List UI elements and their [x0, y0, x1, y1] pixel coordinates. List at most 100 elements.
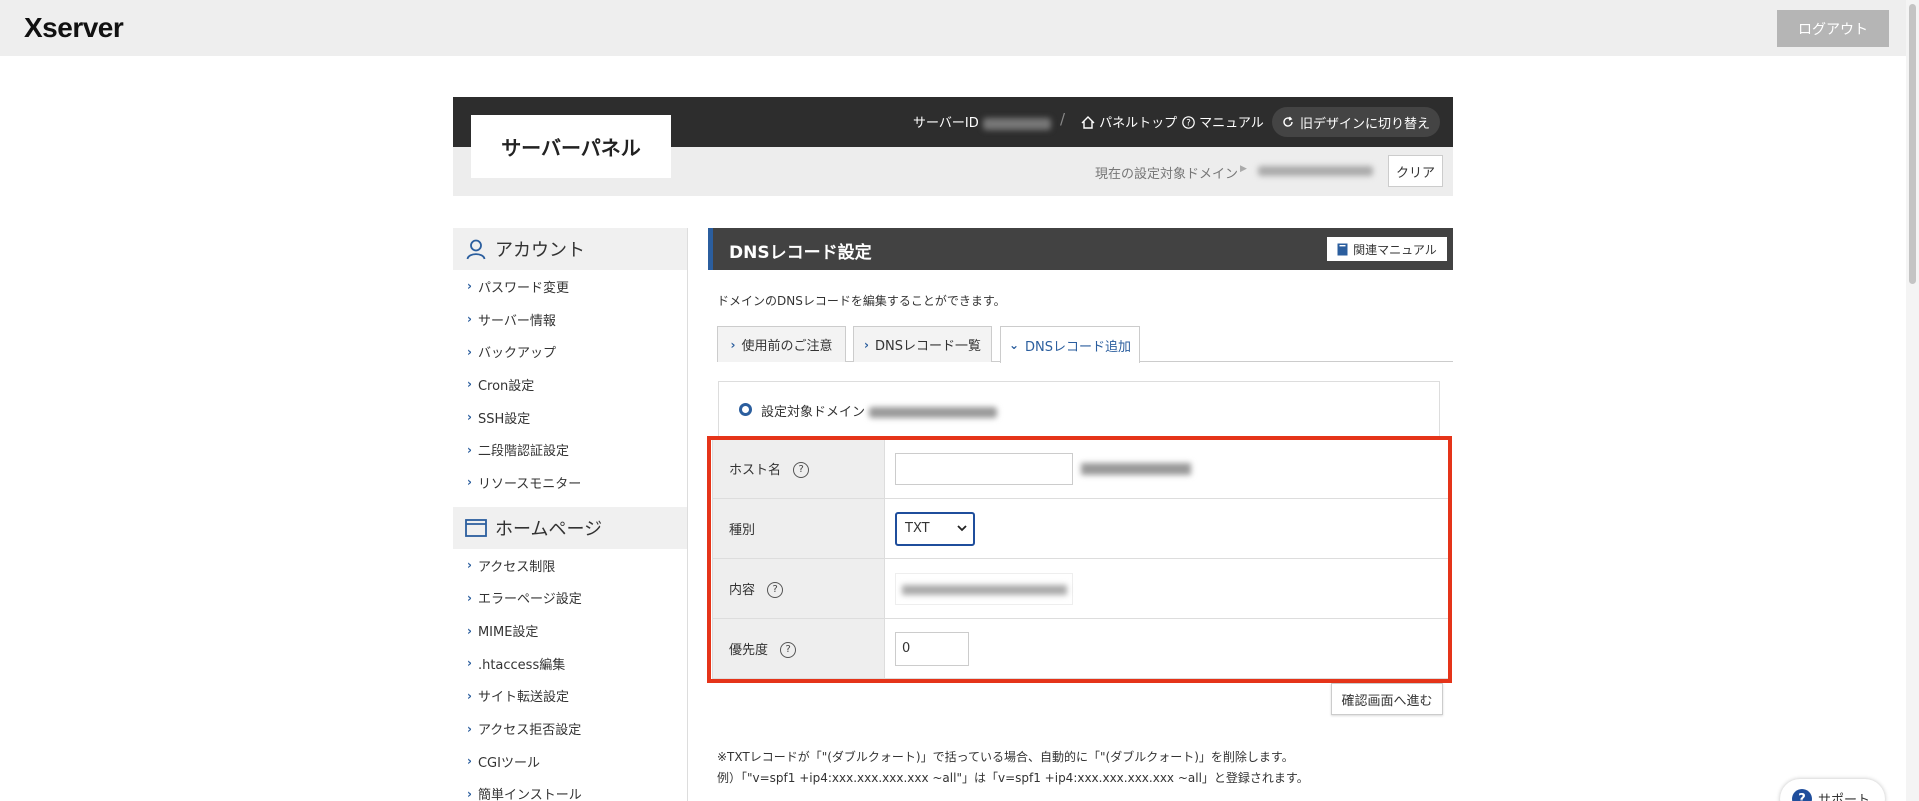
sidebar-item-ssh[interactable]: › SSH設定	[453, 401, 687, 434]
panel-title[interactable]: サーバーパネル	[471, 115, 671, 178]
sidebar-item-label: 二段階認証設定	[477, 444, 569, 460]
tab-precautions[interactable]: › 使用前のご注意	[717, 326, 846, 362]
radio-selected-icon	[739, 403, 752, 416]
form-row-content: 内容 ?	[712, 558, 1449, 619]
sidebar-item-password[interactable]: › パスワード変更	[453, 270, 687, 303]
sidebar-item-label: CGIツール	[477, 755, 540, 771]
tab-dns-record-add[interactable]: ⌄ DNSレコード追加	[1000, 326, 1140, 363]
chevron-right-icon: ›	[467, 558, 472, 573]
support-button[interactable]: ? サポート	[1780, 779, 1885, 801]
support-label: サポート	[1818, 793, 1871, 801]
manual-label: マニュアル	[1199, 116, 1264, 131]
target-domain-label: 設定対象ドメイン	[761, 401, 998, 420]
panel-top-link[interactable]: パネルトップ	[1081, 112, 1177, 131]
header-separator: /	[1060, 110, 1066, 128]
triangle-right-icon: ▶	[1240, 164, 1247, 174]
page-title: DNSレコード設定	[729, 243, 872, 263]
chevron-down-icon: ⌄	[1008, 338, 1020, 352]
clear-button[interactable]: クリア	[1388, 155, 1443, 187]
svg-text:?: ?	[1186, 119, 1191, 129]
top-bar: Xserver ログアウト	[0, 0, 1919, 56]
sidebar-item-label: .htaccess編集	[477, 657, 566, 673]
chevron-right-icon: ›	[467, 721, 472, 736]
host-label: ホスト名	[729, 462, 782, 478]
priority-label: 優先度	[729, 642, 769, 658]
panel-top-label: パネルトップ	[1099, 116, 1178, 131]
user-icon	[466, 239, 486, 260]
chevron-right-icon: ›	[467, 754, 472, 769]
tab-label: DNSレコード一覧	[874, 339, 981, 354]
content-value-blurred	[902, 584, 1067, 595]
help-icon[interactable]: ?	[780, 642, 797, 659]
sidebar-item-backup[interactable]: › バックアップ	[453, 335, 687, 368]
server-id-label: サーバーID	[913, 116, 979, 131]
sidebar-item-label: リソースモニター	[477, 476, 582, 492]
sidebar-item-server-info[interactable]: › サーバー情報	[453, 303, 687, 336]
logout-button[interactable]: ログアウト	[1777, 10, 1889, 47]
server-id: サーバーID	[913, 112, 1051, 131]
old-design-label: 旧デザインに切り替え	[1299, 116, 1430, 132]
sidebar-item-cgi-tools[interactable]: › CGIツール	[453, 745, 687, 778]
manual-link[interactable]: ? マニュアル	[1182, 112, 1264, 131]
confirm-button[interactable]: 確認画面へ進む	[1331, 683, 1443, 715]
chevron-right-icon: ›	[467, 656, 472, 671]
sidebar-item-label: バックアップ	[477, 346, 556, 362]
scrollbar-thumb[interactable]	[1909, 4, 1916, 284]
host-value-cell	[884, 438, 1449, 499]
sidebar-item-resource-monitor[interactable]: › リソースモニター	[453, 466, 687, 499]
sidebar-section-homepage: ホームページ	[453, 506, 687, 549]
form-row-priority: 優先度 ? 0	[712, 618, 1449, 679]
form-row-host: ホスト名 ?	[712, 438, 1449, 499]
type-value-cell: TXT	[884, 498, 1449, 559]
old-design-button[interactable]: 旧デザインに切り替え	[1272, 107, 1440, 137]
target-domain-text: 設定対象ドメイン	[761, 405, 866, 420]
tab-bar: › 使用前のご注意 › DNSレコード一覧 ⌄ DNSレコード追加	[717, 326, 1453, 363]
help-icon[interactable]: ?	[793, 462, 810, 479]
chevron-right-icon: ›	[467, 344, 472, 359]
sidebar-item-htaccess[interactable]: › .htaccess編集	[453, 647, 687, 680]
sidebar-section-title: アカウント	[495, 240, 585, 261]
content-title-bar: DNSレコード設定 関連マニュアル	[708, 228, 1453, 270]
help-icon[interactable]: ?	[767, 582, 784, 599]
form-row-type: 種別 TXT	[712, 498, 1449, 559]
chevron-right-icon: ›	[467, 279, 472, 294]
priority-input[interactable]: 0	[895, 631, 969, 666]
sidebar-section-title: ホームページ	[495, 518, 603, 540]
record-type-select[interactable]: TXT	[895, 511, 975, 546]
sidebar-item-label: Cron設定	[477, 378, 535, 394]
chevron-right-icon: ›	[467, 377, 472, 392]
chevron-right-icon: ›	[467, 475, 472, 490]
sidebar-item-cron[interactable]: › Cron設定	[453, 368, 687, 401]
type-label-cell: 種別	[712, 498, 885, 559]
content-value-cell	[884, 558, 1449, 619]
sidebar-item-easy-install[interactable]: › 簡単インストール	[453, 778, 687, 801]
sidebar-item-2fa[interactable]: › 二段階認証設定	[453, 433, 687, 466]
sidebar-item-label: サーバー情報	[477, 313, 556, 329]
page-description: ドメインのDNSレコードを編集することができます。	[717, 294, 1006, 308]
target-domain-value-blurred	[869, 407, 998, 418]
current-domain-label: 現在の設定対象ドメイン	[1095, 167, 1239, 182]
sidebar-item-mime[interactable]: › MIME設定	[453, 614, 687, 647]
tab-label: 使用前のご注意	[741, 339, 833, 354]
sidebar-item-label: パスワード変更	[477, 280, 569, 296]
related-manual-button[interactable]: 関連マニュアル	[1327, 237, 1447, 261]
sidebar-item-access-restriction[interactable]: › アクセス制限	[453, 549, 687, 582]
current-domain-value-blurred	[1258, 166, 1373, 176]
page-scrollbar[interactable]	[1906, 0, 1919, 801]
chevron-right-icon: ›	[467, 442, 472, 457]
sidebar-item-error-page[interactable]: › エラーページ設定	[453, 582, 687, 615]
sidebar-item-label: エラーページ設定	[477, 592, 582, 608]
related-manual-label: 関連マニュアル	[1353, 242, 1437, 257]
chevron-right-icon: ›	[467, 786, 472, 801]
tab-dns-record-list[interactable]: › DNSレコード一覧	[853, 326, 992, 362]
content-label-cell: 内容 ?	[712, 558, 885, 619]
home-icon	[1081, 116, 1095, 129]
chevron-right-icon: ›	[730, 337, 736, 352]
sidebar-item-access-deny[interactable]: › アクセス拒否設定	[453, 712, 687, 745]
host-input[interactable]	[895, 452, 1073, 485]
sidebar-item-site-redirect[interactable]: › サイト転送設定	[453, 680, 687, 713]
xserver-logo[interactable]: Xserver	[24, 12, 124, 44]
host-label-cell: ホスト名 ?	[712, 438, 885, 499]
content-input[interactable]	[895, 572, 1073, 605]
